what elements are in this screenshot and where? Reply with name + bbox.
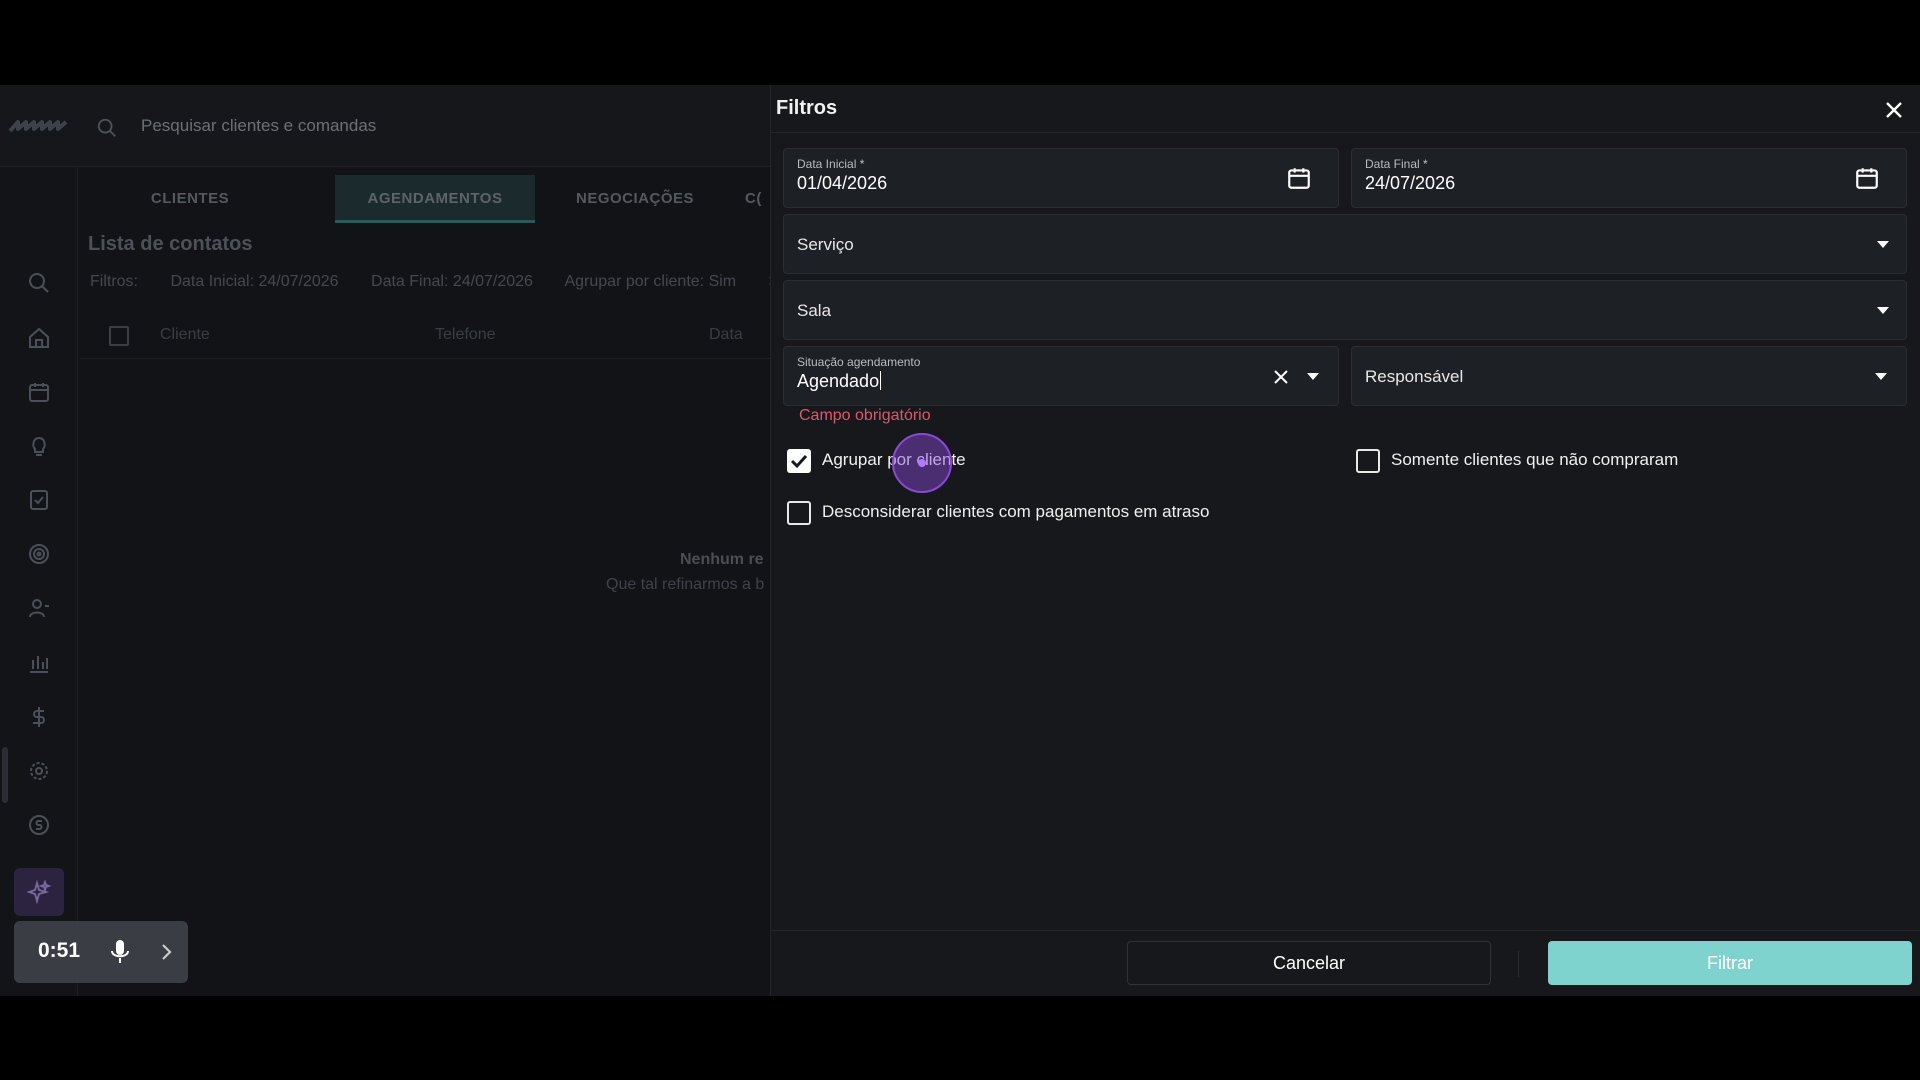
logo-icon (8, 120, 68, 133)
group-by-client-checkbox[interactable] (787, 449, 811, 473)
calendar-icon[interactable] (1854, 165, 1880, 191)
search-icon[interactable] (96, 117, 118, 139)
search-input[interactable]: Pesquisar clientes e comandas (141, 116, 376, 136)
tab-agendamentos[interactable]: AGENDAMENTOS (335, 175, 535, 223)
status-value[interactable]: Agendado (797, 371, 882, 392)
sparkle-icon (27, 880, 51, 904)
tab-negociacoes[interactable]: NEGOCIAÇÕES (535, 175, 735, 223)
only-non-buyers-label[interactable]: Somente clientes que não compraram (1391, 450, 1678, 470)
list-title: Lista de contatos (88, 233, 253, 255)
check-icon (790, 454, 808, 469)
service-select[interactable]: Serviço (783, 214, 1907, 274)
search-icon[interactable] (27, 271, 51, 295)
filters-drawer: Filtros Data Inicial * 01/04/2026 Data F… (770, 85, 1920, 996)
main-tabs: CLIENTES AGENDAMENTOS NEGOCIAÇÕES C( (90, 175, 770, 223)
calendar-icon[interactable] (1286, 165, 1312, 191)
recording-widget: 0:51 (14, 921, 188, 983)
appointment-status-select[interactable]: Situação agendamento Agendado (783, 346, 1339, 406)
coin-icon[interactable] (27, 813, 51, 837)
room-placeholder: Sala (797, 301, 832, 320)
text-cursor (880, 371, 882, 390)
clear-icon[interactable] (1272, 368, 1290, 386)
start-date-label: Data Inicial * (797, 157, 864, 171)
dollar-icon[interactable] (27, 705, 51, 729)
responsible-placeholder: Responsável (1365, 367, 1464, 386)
checklist-icon[interactable] (27, 488, 51, 512)
chevron-down-icon[interactable] (1876, 239, 1890, 249)
drawer-footer: Cancelar Filtrar (771, 930, 1920, 996)
lightbulb-icon[interactable] (27, 434, 51, 458)
bar-chart-icon[interactable] (27, 651, 51, 675)
filter-button[interactable]: Filtrar (1548, 941, 1912, 985)
gear-icon[interactable] (27, 759, 51, 783)
status-value-text: Agendado (797, 371, 880, 391)
ai-assistant-button[interactable] (14, 868, 64, 916)
service-placeholder: Serviço (797, 235, 854, 254)
close-icon[interactable] (1883, 99, 1905, 121)
top-bar: Pesquisar clientes e comandas (0, 85, 770, 167)
filter-chip[interactable]: Data Inicial: 24/07/2026 (170, 273, 338, 290)
responsible-select[interactable]: Responsável (1351, 346, 1907, 406)
chevron-down-icon[interactable] (1876, 305, 1890, 315)
room-select[interactable]: Sala (783, 280, 1907, 340)
ignore-late-payments-label[interactable]: Desconsiderar clientes com pagamentos em… (822, 502, 1209, 522)
end-date-value[interactable]: 24/07/2026 (1365, 173, 1455, 194)
recording-time: 0:51 (38, 939, 81, 962)
table-header: Cliente Telefone Data (80, 311, 770, 359)
required-mark: * (1423, 157, 1428, 171)
chevron-down-icon[interactable] (1306, 371, 1320, 381)
empty-state-subtitle: Que tal refinarmos a b (606, 576, 765, 593)
select-all-checkbox[interactable] (109, 326, 129, 346)
user-icon[interactable] (27, 596, 51, 620)
only-non-buyers-checkbox[interactable] (1356, 449, 1380, 473)
start-date-label-text: Data Inicial (797, 157, 857, 171)
end-date-label-text: Data Final (1365, 157, 1420, 171)
sidebar-scrollbar[interactable] (2, 747, 8, 803)
end-date-field[interactable]: Data Final * 24/07/2026 (1351, 148, 1907, 208)
start-date-value[interactable]: 01/04/2026 (797, 173, 887, 194)
cancel-button[interactable]: Cancelar (1127, 941, 1491, 985)
home-icon[interactable] (27, 326, 51, 350)
chevron-down-icon[interactable] (1874, 371, 1888, 381)
microphone-icon[interactable] (108, 939, 132, 965)
column-header[interactable]: Telefone (435, 326, 496, 344)
column-header[interactable]: Data (709, 326, 743, 344)
ignore-late-payments-checkbox[interactable] (787, 501, 811, 525)
click-indicator-dot (918, 459, 926, 467)
empty-state-title: Nenhum re (680, 551, 764, 568)
footer-divider (1518, 951, 1519, 977)
column-header[interactable]: Cliente (160, 326, 210, 344)
background-app: Pesquisar clientes e comandas CLIENTES A… (0, 85, 778, 996)
start-date-field[interactable]: Data Inicial * 01/04/2026 (783, 148, 1339, 208)
end-date-label: Data Final * (1365, 157, 1428, 171)
app-frame: Pesquisar clientes e comandas CLIENTES A… (0, 85, 1920, 996)
filters-prefix: Filtros: (90, 273, 138, 290)
active-filters: Filtros: Data Inicial: 24/07/2026 Data F… (90, 273, 806, 291)
filter-chip[interactable]: Agrupar por cliente: Sim (564, 273, 736, 290)
required-mark: * (859, 157, 865, 171)
tab-clientes[interactable]: CLIENTES (90, 175, 290, 223)
status-label: Situação agendamento (797, 355, 921, 369)
calendar-icon[interactable] (27, 380, 51, 404)
target-icon[interactable] (27, 542, 51, 566)
drawer-title: Filtros (776, 97, 838, 119)
drawer-header: Filtros (771, 85, 1920, 133)
chevron-right-icon[interactable] (159, 943, 173, 961)
status-error-message: Campo obrigatório (799, 407, 931, 424)
filter-chip[interactable]: Data Final: 24/07/2026 (371, 273, 533, 290)
